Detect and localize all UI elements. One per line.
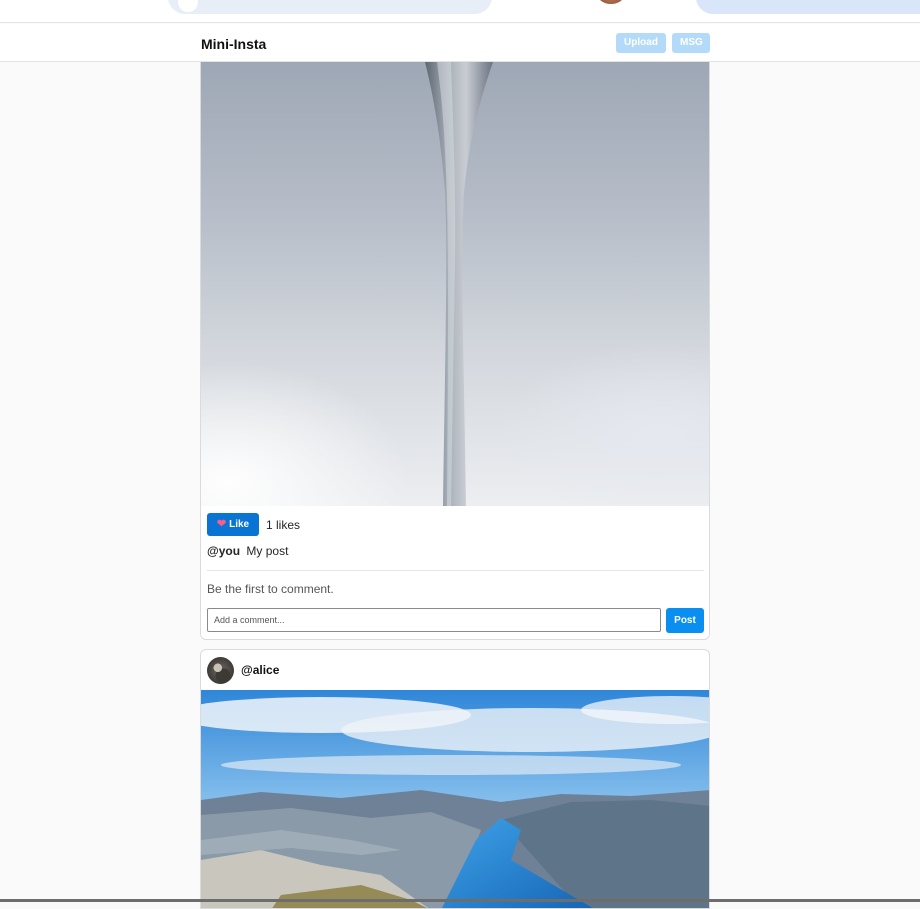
like-button-label: Like — [229, 519, 250, 530]
app-header: Mini-Insta Upload MSG — [0, 24, 920, 62]
likes-count: 1 likes — [266, 518, 301, 532]
post-card: ❤ Like 1 likes @you My post Be the first… — [200, 62, 710, 640]
comments-divider — [207, 570, 704, 571]
caption-text: My post — [246, 544, 289, 558]
post-comment-button[interactable]: Post — [666, 608, 704, 633]
post-image — [201, 690, 709, 908]
msg-button[interactable]: MSG — [672, 33, 710, 53]
browser-toolbar-pill[interactable] — [696, 0, 920, 14]
browser-chrome-strip — [0, 0, 920, 23]
site-info-icon[interactable] — [178, 0, 198, 12]
post-username[interactable]: @alice — [241, 663, 279, 677]
address-bar[interactable] — [168, 0, 492, 14]
post-card: @alice — [200, 649, 710, 909]
no-comments-message: Be the first to comment. — [207, 582, 334, 596]
like-button[interactable]: ❤ Like — [207, 513, 259, 536]
profile-avatar-icon[interactable] — [598, 0, 624, 4]
avatar[interactable] — [207, 657, 234, 684]
post-header: @alice — [201, 650, 709, 690]
upload-button[interactable]: Upload — [616, 33, 666, 53]
post-caption: @you My post — [207, 544, 288, 558]
post-image-graphic — [425, 62, 493, 506]
comment-input[interactable] — [207, 608, 661, 632]
app-title: Mini-Insta — [201, 36, 267, 52]
caption-username[interactable]: @you — [207, 544, 240, 558]
heart-icon: ❤ — [216, 518, 227, 530]
post-image — [201, 62, 709, 506]
